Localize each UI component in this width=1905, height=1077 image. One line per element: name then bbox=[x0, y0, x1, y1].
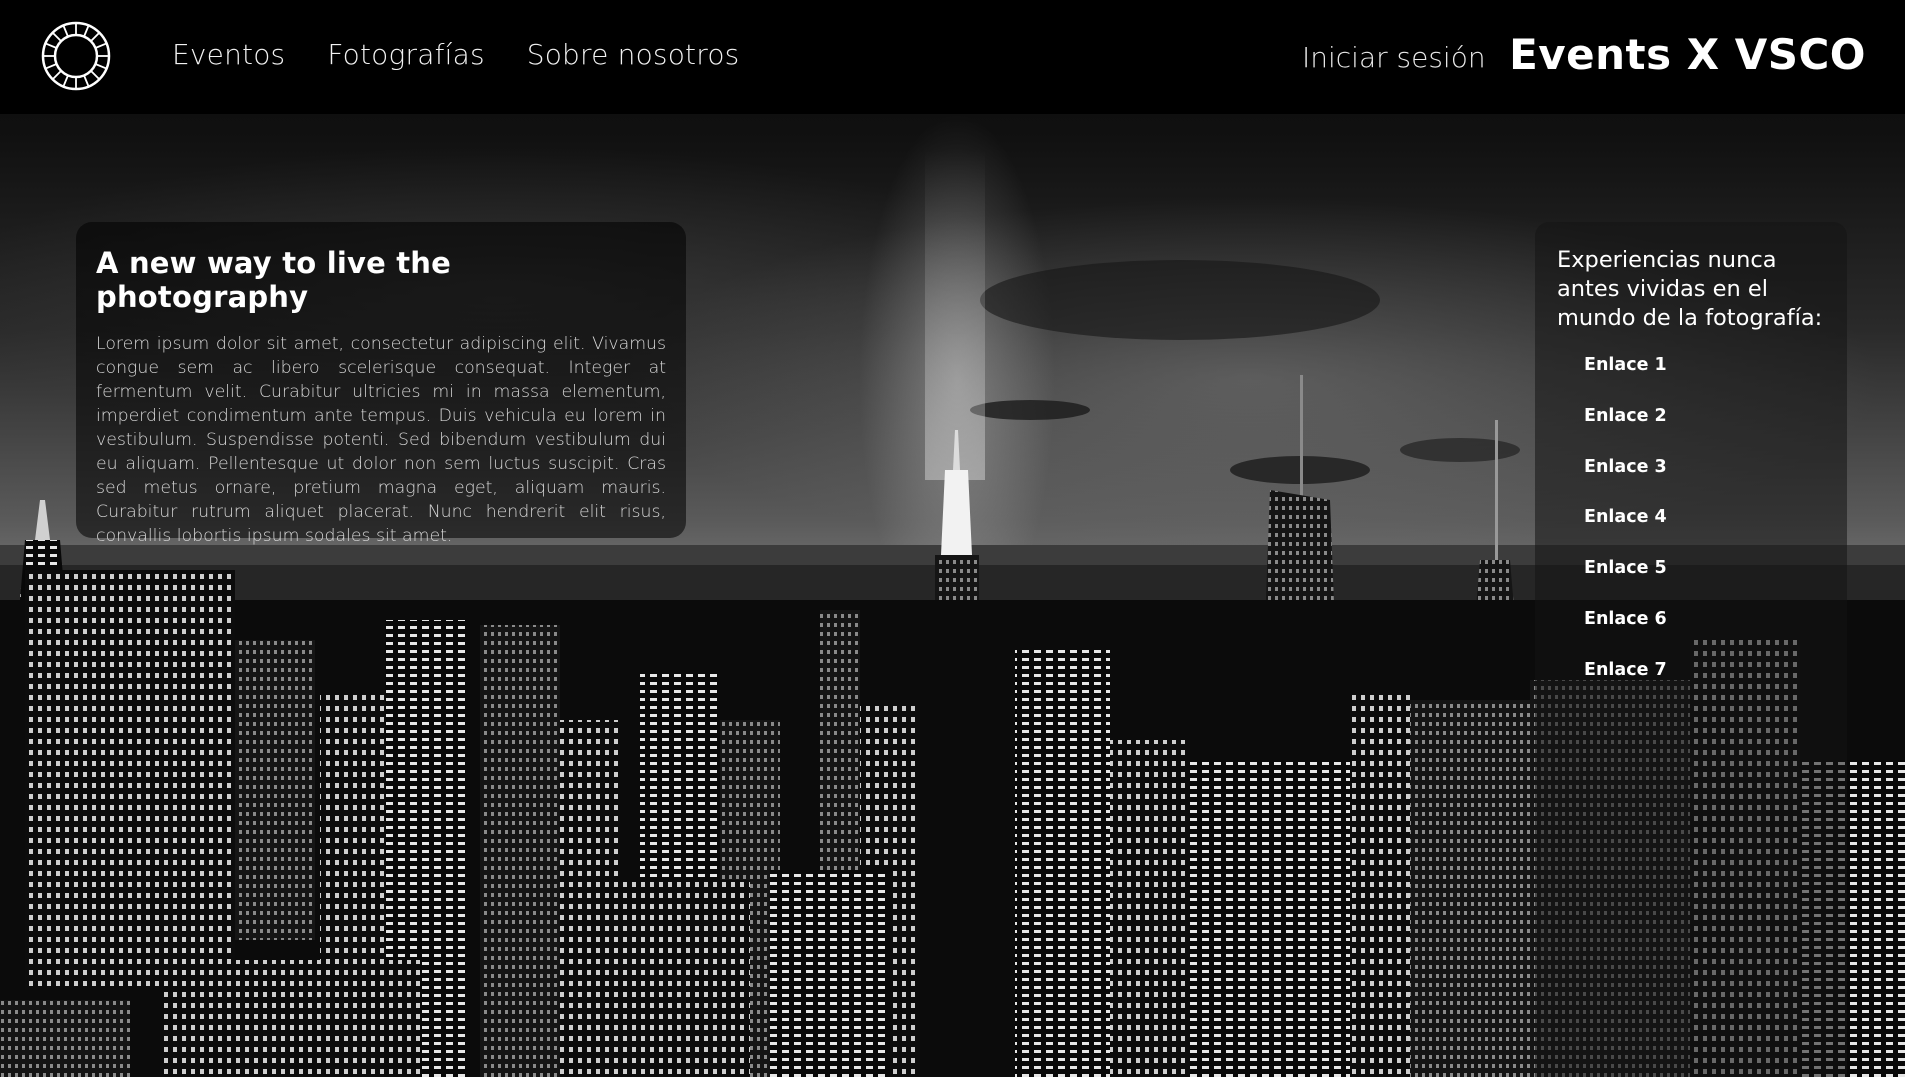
links-list: Enlace 1 Enlace 2 Enlace 3 Enlace 4 Enla… bbox=[1557, 355, 1825, 711]
list-item: Enlace 6 bbox=[1584, 609, 1825, 660]
list-item: Enlace 5 bbox=[1584, 558, 1825, 609]
list-item: Enlace 3 bbox=[1584, 457, 1825, 508]
login-link[interactable]: Iniciar sesión bbox=[1302, 41, 1486, 74]
vsco-ring-logo-icon[interactable] bbox=[40, 20, 112, 92]
links-panel-heading: Experiencias nunca antes vividas en el m… bbox=[1557, 247, 1823, 331]
link-enlace-5[interactable]: Enlace 5 bbox=[1584, 558, 1667, 578]
brand-title: Events X VSCO bbox=[1509, 30, 1866, 79]
list-item: Enlace 1 bbox=[1584, 355, 1825, 406]
list-item: Enlace 7 bbox=[1584, 660, 1825, 711]
nav-link-eventos[interactable]: Eventos bbox=[172, 38, 285, 71]
intro-title: A new way to live the photography bbox=[96, 246, 452, 314]
link-enlace-1[interactable]: Enlace 1 bbox=[1584, 355, 1667, 375]
page: Eventos Fotografías Sobre nosotros Inici… bbox=[0, 0, 1905, 1077]
nav-link-sobre-nosotros[interactable]: Sobre nosotros bbox=[527, 38, 740, 71]
link-enlace-2[interactable]: Enlace 2 bbox=[1584, 406, 1667, 426]
links-panel: Experiencias nunca antes vividas en el m… bbox=[1535, 222, 1847, 1077]
link-enlace-6[interactable]: Enlace 6 bbox=[1584, 609, 1667, 629]
main-nav: Eventos Fotografías Sobre nosotros bbox=[172, 38, 739, 71]
intro-body: Lorem ipsum dolor sit amet, consectetur … bbox=[96, 334, 666, 546]
link-enlace-3[interactable]: Enlace 3 bbox=[1584, 457, 1667, 477]
nav-link-fotografias[interactable]: Fotografías bbox=[327, 38, 484, 71]
list-item: Enlace 4 bbox=[1584, 507, 1825, 558]
list-item: Enlace 2 bbox=[1584, 406, 1825, 457]
intro-card: A new way to live the photography Lorem … bbox=[76, 222, 686, 546]
link-enlace-4[interactable]: Enlace 4 bbox=[1584, 507, 1667, 527]
link-enlace-7[interactable]: Enlace 7 bbox=[1584, 660, 1667, 680]
top-header: Eventos Fotografías Sobre nosotros Inici… bbox=[0, 0, 1905, 114]
